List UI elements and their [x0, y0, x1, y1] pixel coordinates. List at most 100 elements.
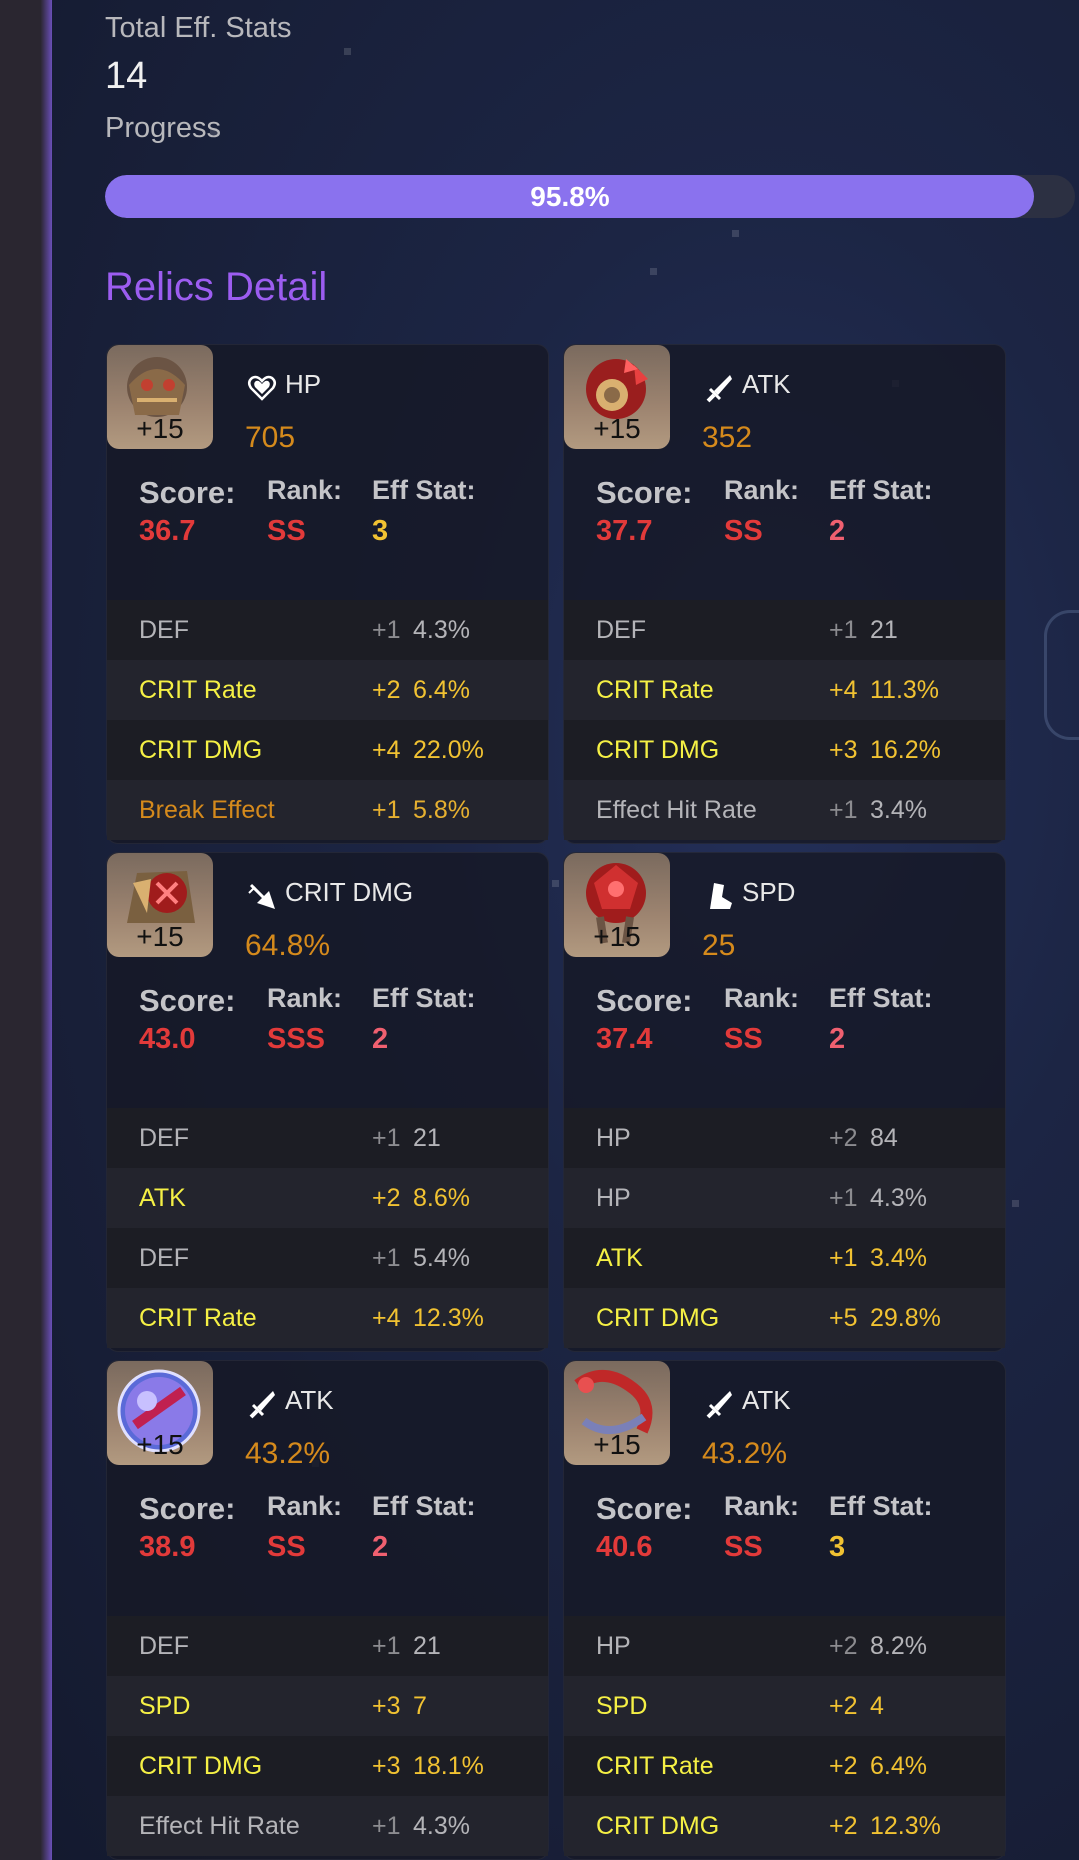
main-stat-name: CRIT DMG	[285, 877, 414, 907]
relic-card[interactable]: +15 ATK 352 Score: Rank: Eff Stat: 37.7 …	[563, 344, 1006, 844]
substat-name: CRIT Rate	[596, 1751, 714, 1780]
summary-block: Total Eff. Stats 14 Progress	[105, 10, 291, 146]
substat-row: DEF +1 4.3%	[107, 600, 548, 660]
substat-name: HP	[596, 1123, 631, 1152]
substat-roll-count: +2	[829, 1123, 858, 1152]
substats-list: DEF +1 21 SPD +3 7 CRIT DMG +3 18.1% Eff…	[107, 1616, 548, 1856]
relic-image[interactable]: +15	[564, 1361, 670, 1465]
score-label: Score:	[596, 983, 693, 1018]
crit-dmg-icon	[247, 881, 277, 911]
substat-row: HP +2 84	[564, 1108, 1005, 1168]
eff-stat-label: Eff Stat:	[372, 475, 476, 505]
rank-value: SS	[267, 1531, 306, 1563]
score-label: Score:	[596, 475, 693, 510]
sword-icon	[247, 1389, 277, 1419]
score-value: 36.7	[139, 515, 196, 547]
relic-level: +15	[136, 921, 184, 952]
substats-list: DEF +1 4.3% CRIT Rate +2 6.4% CRIT DMG +…	[107, 600, 548, 840]
score-value: 37.7	[596, 515, 653, 547]
substat-roll-count: +1	[372, 1811, 401, 1840]
substat-name: SPD	[596, 1691, 648, 1720]
main-stat-name: ATK	[285, 1385, 334, 1415]
relic-image[interactable]: +15	[564, 345, 670, 449]
substat-row: CRIT Rate +2 6.4%	[564, 1736, 1005, 1796]
main-stat-value: 64.8%	[245, 929, 331, 962]
substat-value: 7	[413, 1691, 427, 1720]
substat-name: DEF	[139, 1631, 189, 1660]
substat-row: CRIT DMG +3 16.2%	[564, 720, 1005, 780]
relic-image[interactable]: +15	[107, 345, 213, 449]
relic-level: +15	[136, 1429, 184, 1460]
progress-text: 95.8%	[530, 180, 610, 212]
sword-icon	[704, 373, 734, 403]
substat-name: CRIT Rate	[139, 675, 257, 704]
substat-row: DEF +1 21	[107, 1108, 548, 1168]
substat-value: 6.4%	[870, 1751, 927, 1780]
substat-name: Break Effect	[139, 795, 275, 824]
eff-stat-value: 3	[372, 515, 389, 547]
left-rail	[0, 0, 55, 1860]
boot-icon	[704, 881, 734, 911]
relics-detail-title: Relics Detail	[105, 265, 328, 309]
substat-row: CRIT Rate +2 6.4%	[107, 660, 548, 720]
main-stat-value: 43.2%	[702, 1437, 788, 1470]
relic-image[interactable]: +15	[107, 1361, 213, 1465]
substats-list: HP +2 8.2% SPD +2 4 CRIT Rate +2 6.4% CR…	[564, 1616, 1005, 1856]
rank-label: Rank:	[267, 1491, 343, 1521]
relic-image[interactable]: +15	[564, 853, 670, 957]
rank-value: SS	[724, 515, 763, 547]
substat-name: CRIT DMG	[596, 1303, 720, 1332]
substat-roll-count: +1	[372, 1243, 401, 1272]
substat-row: SPD +3 7	[107, 1676, 548, 1736]
rank-label: Rank:	[267, 983, 343, 1013]
substat-roll-count: +1	[829, 1183, 858, 1212]
score-value: 38.9	[139, 1531, 196, 1563]
substat-roll-count: +2	[829, 1691, 858, 1720]
substat-roll-count: +1	[829, 795, 858, 824]
substat-name: CRIT Rate	[139, 1303, 257, 1332]
rank-label: Rank:	[724, 983, 800, 1013]
substat-roll-count: +1	[372, 615, 401, 644]
relic-level: +15	[593, 413, 641, 444]
substat-row: DEF +1 21	[564, 600, 1005, 660]
relic-image[interactable]: +15	[107, 853, 213, 957]
relic-card[interactable]: +15 SPD 25 Score: Rank: Eff Stat: 37.4 S…	[563, 852, 1006, 1352]
relic-card[interactable]: +15 HP 705 Score: Rank: Eff Stat: 36.7 S…	[106, 344, 549, 844]
substats-list: HP +2 84 HP +1 4.3% ATK +1 3.4% CRIT DMG…	[564, 1108, 1005, 1348]
relic-card[interactable]: +15 CRIT DMG 64.8% Score: Rank: Eff Stat…	[106, 852, 549, 1352]
main-stat-value: 352	[702, 421, 753, 454]
progress-bar: 95.8%	[105, 175, 1075, 218]
substat-name: Effect Hit Rate	[139, 1811, 300, 1840]
main-stat-value: 25	[702, 929, 736, 962]
eff-stat-label: Eff Stat:	[372, 983, 476, 1013]
eff-stat-label: Eff Stat:	[829, 475, 933, 505]
substat-name: DEF	[139, 615, 189, 644]
relic-level: +15	[593, 1429, 641, 1460]
rank-value: SS	[724, 1531, 763, 1563]
substat-name: HP	[596, 1183, 631, 1212]
total-eff-stats-label: Total Eff. Stats	[105, 12, 292, 44]
sword-icon	[704, 1389, 734, 1419]
substat-value: 84	[870, 1123, 898, 1152]
substat-value: 6.4%	[413, 675, 470, 704]
substat-roll-count: +3	[372, 1751, 401, 1780]
substat-name: CRIT DMG	[139, 1751, 263, 1780]
substat-roll-count: +2	[372, 675, 401, 704]
rank-value: SS	[267, 515, 306, 547]
relic-card[interactable]: +15 ATK 43.2% Score: Rank: Eff Stat: 38.…	[106, 1360, 549, 1860]
substat-roll-count: +4	[372, 735, 401, 764]
eff-stat-label: Eff Stat:	[829, 983, 933, 1013]
substat-name: ATK	[596, 1243, 643, 1272]
substat-roll-count: +3	[372, 1691, 401, 1720]
substat-roll-count: +1	[372, 795, 401, 824]
relic-level: +15	[593, 921, 641, 952]
substat-name: CRIT Rate	[596, 675, 714, 704]
substat-roll-count: +5	[829, 1303, 858, 1332]
substat-row: CRIT Rate +4 11.3%	[564, 660, 1005, 720]
total-eff-stats-value: 14	[105, 55, 148, 97]
relic-card[interactable]: +15 ATK 43.2% Score: Rank: Eff Stat: 40.…	[563, 1360, 1006, 1860]
substat-name: HP	[596, 1631, 631, 1660]
substat-value: 3.4%	[870, 795, 927, 824]
substat-value: 12.3%	[413, 1303, 484, 1332]
eff-stat-value: 2	[829, 1023, 846, 1055]
